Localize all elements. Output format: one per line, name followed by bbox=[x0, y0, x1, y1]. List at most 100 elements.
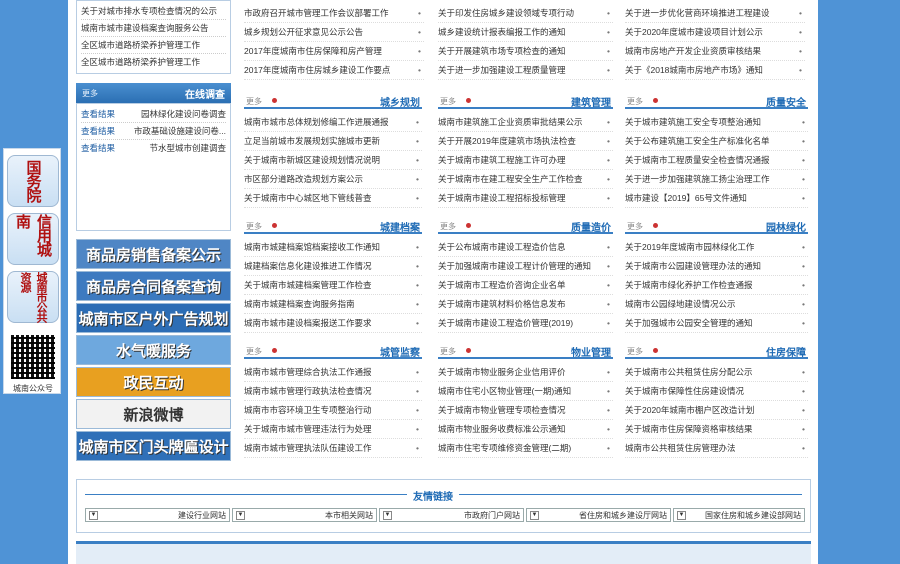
view-results-link[interactable]: 查看结果 bbox=[81, 123, 115, 139]
section-more-link[interactable]: 更多 bbox=[440, 346, 456, 357]
list-item[interactable]: 关于开展2019年度建筑市场执法检查 bbox=[438, 132, 613, 151]
bullet-icon bbox=[272, 223, 277, 228]
section-title: 物业管理 bbox=[571, 348, 611, 359]
list-item[interactable]: 关于进一步优化营商环境推进工程建设 bbox=[625, 4, 805, 23]
banner-signboard[interactable]: 城南市区门头牌匾设计 bbox=[76, 431, 231, 461]
top-list-col2: 关于印发住房城乡建设领域专项行动 城乡建设统计报表编报工作的通知 关于开展建筑市… bbox=[438, 4, 613, 80]
list-item[interactable]: 关于公布城南市建设工程造价信息 bbox=[438, 238, 613, 257]
list-item[interactable]: 城南市建筑施工企业资质审批结果公示 bbox=[438, 113, 613, 132]
list-item[interactable]: 城南市城建档案查询服务指南 bbox=[244, 295, 422, 314]
list-item[interactable]: 关于城南市建设工程招标投标管理 bbox=[438, 189, 613, 208]
banner-weibo[interactable]: 新浪微博 bbox=[76, 399, 231, 429]
list-item[interactable]: 2017年度城南市住房保障和房产管理 bbox=[244, 42, 424, 61]
list-item[interactable]: 城南市住宅专项维修资金管理(二期) bbox=[438, 439, 613, 458]
links-select[interactable]: ▼ 建设行业网站 bbox=[85, 508, 230, 522]
list-item[interactable]: 全区城市道路桥梁养护管理工作 bbox=[81, 54, 226, 71]
list-item[interactable]: 城南市城市管理执法队伍建设工作 bbox=[244, 439, 422, 458]
list-item[interactable]: 关于城南市工程质量安全检查情况通报 bbox=[625, 151, 808, 170]
list-item[interactable]: 城南市城建档案馆档案接收工作通知 bbox=[244, 238, 422, 257]
qr-label: 城南公众号 bbox=[13, 384, 53, 393]
survey-more-link[interactable]: 更多 bbox=[82, 88, 98, 99]
list-item[interactable]: 关于城南市在建工程安全生产工作检查 bbox=[438, 170, 613, 189]
links-select[interactable]: ▼ 国家住房和城乡建设部网站 bbox=[673, 508, 805, 522]
list-item[interactable]: 城南市城市建设档案查询服务公告 bbox=[81, 20, 226, 37]
section-more-link[interactable]: 更多 bbox=[246, 346, 262, 357]
section-more-link[interactable]: 更多 bbox=[246, 221, 262, 232]
list-item[interactable]: 关于加强城南市建设工程计价管理的通知 bbox=[438, 257, 613, 276]
survey-item-label[interactable]: 市政基础设施建设问卷... bbox=[134, 123, 226, 139]
list-item[interactable]: 关于城南市公园建设管理办法的通知 bbox=[625, 257, 808, 276]
credit-link[interactable]: 信用城南 bbox=[7, 213, 59, 265]
list-item[interactable]: 城建档案信息化建设推进工作情况 bbox=[244, 257, 422, 276]
survey-item-label[interactable]: 园林绿化建设问卷调查 bbox=[141, 106, 226, 122]
links-select[interactable]: ▼ 省住房和城乡建设厅网站 bbox=[526, 508, 671, 522]
list-item[interactable]: 2017年度城南市住房城乡建设工作要点 bbox=[244, 61, 424, 80]
list-item[interactable]: 关于城南市建筑工程施工许可办理 bbox=[438, 151, 613, 170]
section-more-link[interactable]: 更多 bbox=[440, 221, 456, 232]
list-item[interactable]: 关于加强城市公园安全管理的通知 bbox=[625, 314, 808, 333]
list-item[interactable]: 关于城南市新城区建设规划情况说明 bbox=[244, 151, 422, 170]
view-results-link[interactable]: 查看结果 bbox=[81, 106, 115, 122]
list-item[interactable]: 城南市房地产开发企业资质审核结果 bbox=[625, 42, 805, 61]
links-select[interactable]: ▼ 市政府门户网站 bbox=[379, 508, 524, 522]
top-list-col1: 市政府召开城市管理工作会议部署工作 城乡规划公开征求意见公示公告 2017年度城… bbox=[244, 4, 424, 80]
list-item[interactable]: 立足当前城市发展规划实施城市更新 bbox=[244, 132, 422, 151]
list-item[interactable]: 城乡建设统计报表编报工作的通知 bbox=[438, 23, 613, 42]
links-select[interactable]: ▼ 本市相关网站 bbox=[232, 508, 377, 522]
list-item[interactable]: 关于2019年度城南市园林绿化工作 bbox=[625, 238, 808, 257]
list-item[interactable]: 城南市住宅小区物业管理(一期)通知 bbox=[438, 382, 613, 401]
bullet-icon bbox=[653, 223, 658, 228]
section-more-link[interactable]: 更多 bbox=[627, 96, 643, 107]
list-item[interactable]: 城乡规划公开征求意见公示公告 bbox=[244, 23, 424, 42]
list-item[interactable]: 关于开展建筑市场专项检查的通知 bbox=[438, 42, 613, 61]
list-item[interactable]: 关于城南市物业服务企业信用评价 bbox=[438, 363, 613, 382]
list-item[interactable]: 关于城南市物业管理专项检查情况 bbox=[438, 401, 613, 420]
survey-item-label[interactable]: 节水型城市创建调查 bbox=[149, 140, 226, 157]
list-item[interactable]: 关于城南市城市管理违法行为处理 bbox=[244, 420, 422, 439]
list-item[interactable]: 城南市公共租赁住房管理办法 bbox=[625, 439, 808, 458]
list-item[interactable]: 关于城南市建筑材料价格信息发布 bbox=[438, 295, 613, 314]
list-item[interactable]: 关于城南市保障性住房建设情况 bbox=[625, 382, 808, 401]
section-more-link[interactable]: 更多 bbox=[627, 221, 643, 232]
section-list: 城南市城市总体规划修编工作进展通报立足当前城市发展规划实施城市更新关于城南市新城… bbox=[244, 113, 422, 208]
banner-outdoor-ads[interactable]: 城南市区户外广告规划 bbox=[76, 303, 231, 333]
list-item[interactable]: 城市建设【2019】65号文件通知 bbox=[625, 189, 808, 208]
list-item[interactable]: 关于《2018城南市房地产市场》通知 bbox=[625, 61, 805, 80]
list-item[interactable]: 城南市公园绿地建设情况公示 bbox=[625, 295, 808, 314]
section-more-link[interactable]: 更多 bbox=[440, 96, 456, 107]
section-more-link[interactable]: 更多 bbox=[246, 96, 262, 107]
list-item[interactable]: 关于城南市中心城区地下管线普查 bbox=[244, 189, 422, 208]
list-item[interactable]: 关于公布建筑施工安全生产标准化名单 bbox=[625, 132, 808, 151]
list-item[interactable]: 关于城南市工程造价咨询企业名单 bbox=[438, 276, 613, 295]
list-item[interactable]: 关于2020年度城市建设项目计划公示 bbox=[625, 23, 805, 42]
list-item[interactable]: 关于城南市建设工程造价管理(2019) bbox=[438, 314, 613, 333]
list-item[interactable]: 关于城南市绿化养护工作检查通报 bbox=[625, 276, 808, 295]
section-header: 更多 建筑管理 bbox=[438, 93, 613, 109]
list-item[interactable]: 关于2020年城南市棚户区改造计划 bbox=[625, 401, 808, 420]
list-item[interactable]: 关于城南市公共租赁住房分配公示 bbox=[625, 363, 808, 382]
list-item[interactable]: 全区城市道路桥梁养护管理工作 bbox=[81, 37, 226, 54]
list-item[interactable]: 城南市市容环境卫生专项整治行动 bbox=[244, 401, 422, 420]
list-item[interactable]: 城南市城市管理行政执法检查情况 bbox=[244, 382, 422, 401]
list-item[interactable]: 关于印发住房城乡建设领域专项行动 bbox=[438, 4, 613, 23]
list-item[interactable]: 市区部分道路改造规划方案公示 bbox=[244, 170, 422, 189]
section-more-link[interactable]: 更多 bbox=[627, 346, 643, 357]
state-council-link[interactable]: 国务院 bbox=[7, 155, 59, 207]
banner-interaction[interactable]: 政民互动 bbox=[76, 367, 231, 397]
public-resource-link[interactable]: 城南市公共资源 bbox=[7, 271, 59, 323]
list-item[interactable]: 关于进一步加强建筑施工扬尘治理工作 bbox=[625, 170, 808, 189]
list-item[interactable]: 城南市城市管理综合执法工作通报 bbox=[244, 363, 422, 382]
list-item[interactable]: 关于进一步加强建设工程质量管理 bbox=[438, 61, 613, 80]
list-item[interactable]: 关于城南市住房保障资格审核结果 bbox=[625, 420, 808, 439]
list-item[interactable]: 城南市物业服务收费标准公示通知 bbox=[438, 420, 613, 439]
list-item[interactable]: 关于城南市城建档案管理工作检查 bbox=[244, 276, 422, 295]
list-item[interactable]: 市政府召开城市管理工作会议部署工作 bbox=[244, 4, 424, 23]
banner-utility-service[interactable]: 水气暖服务 bbox=[76, 335, 231, 365]
view-results-link[interactable]: 查看结果 bbox=[81, 140, 115, 157]
list-item[interactable]: 城南市城市建设档案报送工作要求 bbox=[244, 314, 422, 333]
list-item[interactable]: 城南市城市总体规划修编工作进展通报 bbox=[244, 113, 422, 132]
list-item[interactable]: 关于城市建筑施工安全专项整治通知 bbox=[625, 113, 808, 132]
list-item[interactable]: 关于对城市排水专项检查情况的公示 bbox=[81, 3, 226, 20]
banner-presale[interactable]: 商品房销售备案公示 bbox=[76, 239, 231, 269]
banner-contract[interactable]: 商品房合同备案查询 bbox=[76, 271, 231, 301]
